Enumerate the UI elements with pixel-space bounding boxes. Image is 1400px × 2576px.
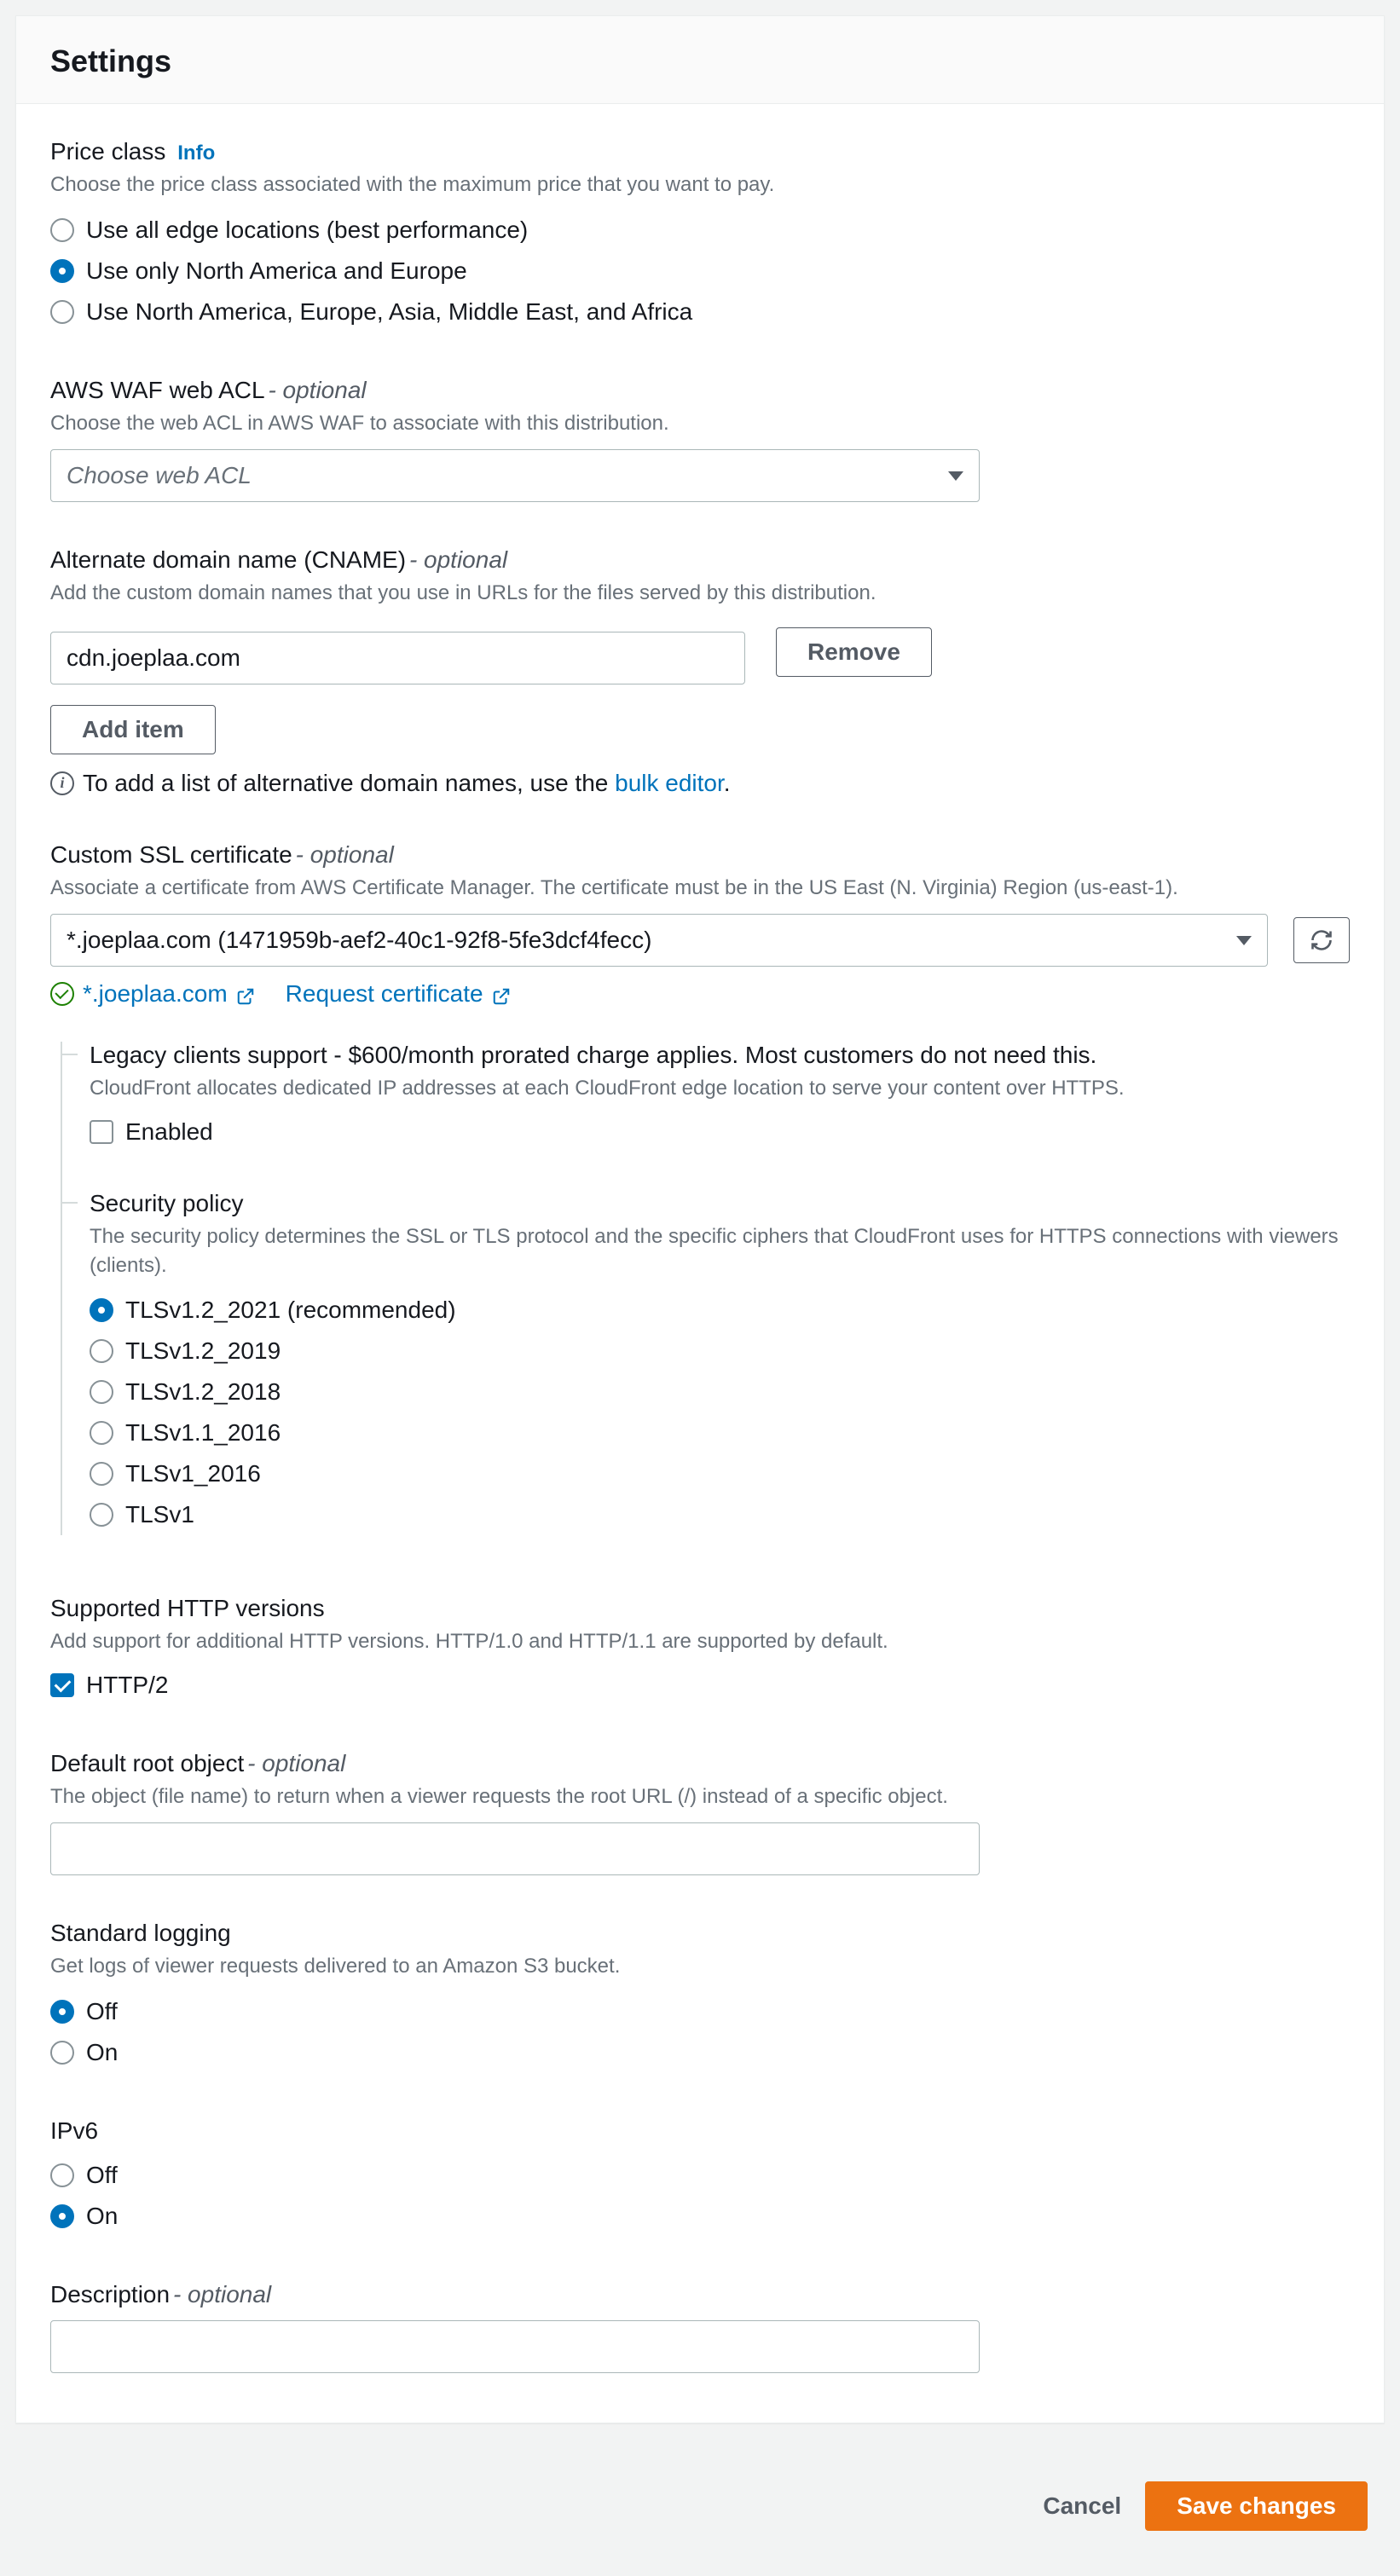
ssl-label: Custom SSL certificate xyxy=(50,841,292,868)
ipv6-on[interactable]: On xyxy=(50,2196,1350,2237)
price-class-section: Price class Info Choose the price class … xyxy=(50,138,1350,332)
price-class-option-0[interactable]: Use all edge locations (best performance… xyxy=(50,210,1350,251)
legacy-desc: CloudFront allocates dedicated IP addres… xyxy=(90,1074,1350,1103)
waf-desc: Choose the web ACL in AWS WAF to associa… xyxy=(50,409,1350,438)
info-icon: i xyxy=(50,771,74,795)
root-object-section: Default root object - optional The objec… xyxy=(50,1750,1350,1876)
tls-option-1[interactable]: TLSv1.2_2019 xyxy=(90,1331,1350,1372)
external-link-icon xyxy=(236,985,255,1003)
cname-section: Alternate domain name (CNAME) - optional… xyxy=(50,546,1350,797)
security-policy-label: Security policy xyxy=(90,1190,1350,1217)
cname-desc: Add the custom domain names that you use… xyxy=(50,579,1350,608)
http2-checkbox[interactable]: HTTP/2 xyxy=(50,1665,1350,1706)
ipv6-section: IPv6 Off On xyxy=(50,2117,1350,2237)
logging-section: Standard logging Get logs of viewer requ… xyxy=(50,1920,1350,2073)
tls-option-5[interactable]: TLSv1 xyxy=(90,1494,1350,1535)
logging-desc: Get logs of viewer requests delivered to… xyxy=(50,1952,1350,1981)
security-policy-desc: The security policy determines the SSL o… xyxy=(90,1222,1350,1279)
cname-input[interactable] xyxy=(50,632,745,684)
price-class-label: Price class xyxy=(50,138,165,165)
refresh-button[interactable] xyxy=(1293,917,1350,963)
footer-actions: Cancel Save changes xyxy=(0,2458,1400,2565)
ipv6-off[interactable]: Off xyxy=(50,2155,1350,2196)
add-item-button[interactable]: Add item xyxy=(50,705,216,754)
tls-option-4[interactable]: TLSv1_2016 xyxy=(90,1453,1350,1494)
root-object-input[interactable] xyxy=(50,1822,980,1875)
save-button[interactable]: Save changes xyxy=(1145,2481,1368,2531)
ssl-desc: Associate a certificate from AWS Certifi… xyxy=(50,874,1350,903)
tls-option-3[interactable]: TLSv1.1_2016 xyxy=(90,1412,1350,1453)
tls-option-0[interactable]: TLSv1.2_2021 (recommended) xyxy=(90,1290,1350,1331)
radio-icon xyxy=(90,1462,113,1486)
remove-button[interactable]: Remove xyxy=(776,627,932,677)
waf-label: AWS WAF web ACL xyxy=(50,377,265,403)
waf-select[interactable]: Choose web ACL xyxy=(50,449,980,502)
info-link[interactable]: Info xyxy=(177,142,215,165)
page-title: Settings xyxy=(50,43,1350,79)
radio-icon xyxy=(50,2000,74,2024)
logging-label: Standard logging xyxy=(50,1920,1350,1947)
cert-link[interactable]: *.joeplaa.com xyxy=(83,980,228,1008)
radio-icon xyxy=(50,218,74,242)
radio-icon xyxy=(50,2041,74,2065)
panel-header: Settings xyxy=(16,16,1384,104)
radio-icon xyxy=(50,300,74,324)
tls-option-2[interactable]: TLSv1.2_2018 xyxy=(90,1372,1350,1412)
bulk-editor-link[interactable]: bulk editor xyxy=(615,770,724,796)
root-object-label: Default root object xyxy=(50,1750,244,1776)
logging-on[interactable]: On xyxy=(50,2032,1350,2073)
http-versions-label: Supported HTTP versions xyxy=(50,1595,1350,1622)
radio-icon xyxy=(50,2163,74,2187)
http-versions-desc: Add support for additional HTTP versions… xyxy=(50,1627,1350,1656)
radio-icon xyxy=(90,1298,113,1322)
checkbox-icon xyxy=(50,1673,74,1697)
check-circle-icon xyxy=(50,982,74,1006)
request-cert-link[interactable]: Request certificate xyxy=(286,980,483,1008)
radio-icon xyxy=(90,1503,113,1527)
ssl-section: Custom SSL certificate - optional Associ… xyxy=(50,841,1350,1535)
legacy-label: Legacy clients support - $600/month pror… xyxy=(90,1042,1350,1069)
checkbox-icon xyxy=(90,1120,113,1144)
chevron-down-icon xyxy=(1236,936,1252,945)
radio-icon xyxy=(90,1339,113,1363)
radio-icon xyxy=(90,1380,113,1404)
http-versions-section: Supported HTTP versions Add support for … xyxy=(50,1595,1350,1706)
legacy-enabled-checkbox[interactable]: Enabled xyxy=(90,1112,1350,1152)
settings-panel: Settings Price class Info Choose the pri… xyxy=(15,15,1385,2423)
cancel-button[interactable]: Cancel xyxy=(1043,2481,1121,2531)
radio-icon xyxy=(90,1421,113,1445)
ipv6-label: IPv6 xyxy=(50,2117,1350,2145)
ssl-subsection: Legacy clients support - $600/month pror… xyxy=(61,1042,1350,1535)
refresh-icon xyxy=(1310,928,1333,952)
price-class-option-1[interactable]: Use only North America and Europe xyxy=(50,251,1350,292)
radio-icon xyxy=(50,259,74,283)
external-link-icon xyxy=(492,985,511,1003)
waf-section: AWS WAF web ACL - optional Choose the we… xyxy=(50,377,1350,503)
cname-label: Alternate domain name (CNAME) xyxy=(50,546,406,573)
root-object-desc: The object (file name) to return when a … xyxy=(50,1782,1350,1811)
chevron-down-icon xyxy=(948,471,963,481)
price-class-option-2[interactable]: Use North America, Europe, Asia, Middle … xyxy=(50,292,1350,332)
security-policy-section: Security policy The security policy dete… xyxy=(90,1190,1350,1535)
price-class-desc: Choose the price class associated with t… xyxy=(50,170,1350,199)
legacy-clients-section: Legacy clients support - $600/month pror… xyxy=(90,1042,1350,1152)
description-section: Description - optional xyxy=(50,2281,1350,2373)
radio-icon xyxy=(50,2204,74,2228)
logging-off[interactable]: Off xyxy=(50,1991,1350,2032)
description-label: Description xyxy=(50,2281,170,2307)
ssl-select[interactable]: *.joeplaa.com (1471959b-aef2-40c1-92f8-5… xyxy=(50,914,1268,967)
description-input[interactable] xyxy=(50,2320,980,2373)
